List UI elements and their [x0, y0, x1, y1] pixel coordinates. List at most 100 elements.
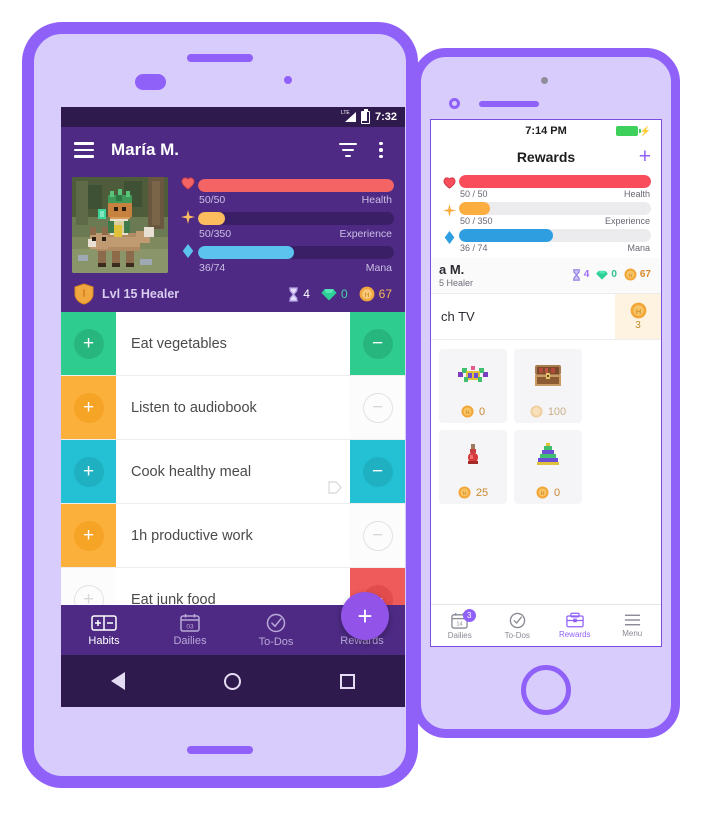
habit-title: Listen to audiobook — [131, 399, 257, 416]
habit-plus-button[interactable]: + — [73, 328, 104, 359]
avatar[interactable] — [72, 177, 168, 273]
mana-bar-row: 36 / 74 Mana — [439, 229, 651, 255]
habit-minus-area[interactable]: − — [350, 312, 405, 375]
habits-icon — [91, 614, 117, 631]
reward-card[interactable]: H 0 — [439, 348, 507, 423]
diamond-icon — [439, 229, 459, 247]
reward-price: H 0 — [514, 482, 582, 504]
habit-minus-area[interactable]: − — [350, 440, 405, 503]
tab-dailies[interactable]: 14 3 Dailies — [431, 605, 489, 646]
mana-track — [459, 229, 651, 242]
android-profile-header: 50/50 Health 50/350 Experience 36/74 Man… — [61, 173, 405, 278]
nav-todos[interactable]: To-Dos — [233, 605, 319, 655]
iphone-screen: 7:14 PM ⚡ Rewards + 50 / 50 Health 50 / … — [430, 119, 662, 647]
bottom-accent-bar — [187, 746, 253, 754]
health-label: Health — [361, 194, 392, 206]
habit-plus-area[interactable]: + — [61, 376, 116, 439]
nav-habits[interactable]: Habits — [61, 605, 147, 655]
mana-track — [198, 246, 394, 259]
android-device: LTE 7:32 María M. 50/50 Health 50/350 Ex… — [22, 22, 418, 788]
habit-plus-area[interactable]: + — [61, 440, 116, 503]
tag-icon — [328, 481, 342, 497]
reward-price: H 25 — [439, 482, 507, 504]
hourglass-stat: 4 — [572, 269, 589, 281]
mana-value: 36 / 74 — [460, 243, 488, 253]
star-icon — [177, 210, 198, 227]
experience-label: Experience — [339, 228, 392, 240]
habit-title: Cook healthy meal — [116, 440, 350, 503]
currency-group: 4 0 H 67 — [572, 268, 651, 281]
ios-battery-indicator: ⚡ — [615, 125, 651, 136]
earpiece-speaker — [187, 54, 253, 62]
potion-icon — [439, 430, 507, 482]
reward-card[interactable]: H 0 — [514, 429, 582, 504]
filter-icon[interactable] — [337, 142, 359, 158]
tab-rewards[interactable]: Rewards — [546, 605, 604, 646]
reward-price-value: 100 — [547, 405, 567, 418]
habit-plus-button[interactable]: + — [73, 520, 104, 551]
reward-list-item[interactable]: ch TV H 3 — [431, 293, 661, 340]
tab-todos[interactable]: To-Dos — [489, 605, 547, 646]
svg-text:H: H — [635, 306, 640, 315]
habit-row[interactable]: + Cook healthy meal − — [61, 440, 405, 504]
lightning-bolt-icon: ⚡ — [639, 125, 651, 136]
reward-price: 100 — [514, 401, 582, 423]
home-button[interactable] — [521, 665, 571, 715]
experience-track — [459, 202, 651, 215]
nav-dailies[interactable]: 03 Dailies — [147, 605, 233, 655]
android-clock: 7:32 — [374, 111, 397, 123]
habit-row[interactable]: + Listen to audiobook − — [61, 376, 405, 440]
reward-price-value: 0 — [478, 405, 486, 418]
experience-bar-row: 50 / 350 Experience — [439, 202, 651, 228]
experience-value: 50/350 — [199, 228, 232, 240]
habit-plus-button[interactable]: + — [73, 392, 104, 423]
hourglass-icon — [572, 269, 580, 281]
recents-button[interactable] — [340, 673, 356, 689]
habit-plus-area[interactable]: + — [61, 504, 116, 567]
experience-value: 50 / 350 — [460, 216, 493, 226]
gold-coin-icon: H — [630, 302, 646, 318]
experience-bar-row: 50/350 Experience — [177, 210, 394, 242]
android-screen: LTE 7:32 María M. 50/50 Health 50/350 Ex… — [61, 107, 405, 707]
nav-label: Dailies — [173, 635, 207, 647]
tab-label: To-Dos — [504, 630, 530, 640]
reward-cost-button[interactable]: H 3 — [615, 293, 661, 339]
mana-label: Mana — [627, 243, 650, 253]
habit-row[interactable]: + 1h productive work − — [61, 504, 405, 568]
home-button[interactable] — [223, 672, 241, 690]
svg-text:H: H — [628, 274, 632, 280]
nav-label: Habits — [88, 634, 120, 647]
mana-label: Mana — [365, 262, 392, 274]
check-circle-icon — [266, 613, 286, 632]
reward-card[interactable]: H 25 — [439, 429, 507, 504]
habit-minus-button[interactable]: − — [362, 328, 393, 359]
tab-menu[interactable]: Menu — [604, 605, 662, 646]
overflow-menu-icon[interactable] — [370, 141, 392, 159]
earpiece-speaker — [479, 101, 539, 107]
ios-tab-bar: 14 3 Dailies To-Dos Rewards Menu — [431, 604, 661, 646]
habit-minus-button[interactable]: − — [362, 456, 393, 487]
add-task-fab[interactable]: + — [341, 592, 389, 640]
back-button[interactable] — [110, 672, 125, 690]
class-level-group[interactable]: Lvl 15 Healer — [74, 283, 179, 305]
add-reward-button[interactable]: + — [639, 144, 651, 170]
ios-user-summary-row[interactable]: a M. 5 Healer 4 0 H 67 — [431, 258, 661, 294]
rewards-chest-icon — [566, 612, 584, 628]
sensor-pill — [135, 74, 166, 90]
experience-label: Experience — [604, 216, 650, 226]
habit-row[interactable]: + Eat vegetables − — [61, 312, 405, 376]
reward-card[interactable]: 100 — [514, 348, 582, 423]
habit-title: Eat vegetables — [131, 335, 227, 352]
svg-text:H: H — [462, 491, 466, 497]
habit-plus-button[interactable]: + — [73, 456, 104, 487]
mana-fill — [459, 229, 554, 242]
hamburger-icon[interactable] — [74, 142, 94, 158]
gold-coin-icon: H — [536, 486, 549, 499]
gold-coin-icon: H — [458, 486, 471, 499]
front-camera-icon — [541, 77, 548, 84]
ios-status-bar: 7:14 PM ⚡ — [431, 120, 661, 142]
reward-price: H 0 — [439, 401, 507, 423]
chest-icon — [514, 349, 582, 401]
diamond-icon — [177, 244, 198, 261]
habit-plus-area[interactable]: + — [61, 312, 116, 375]
